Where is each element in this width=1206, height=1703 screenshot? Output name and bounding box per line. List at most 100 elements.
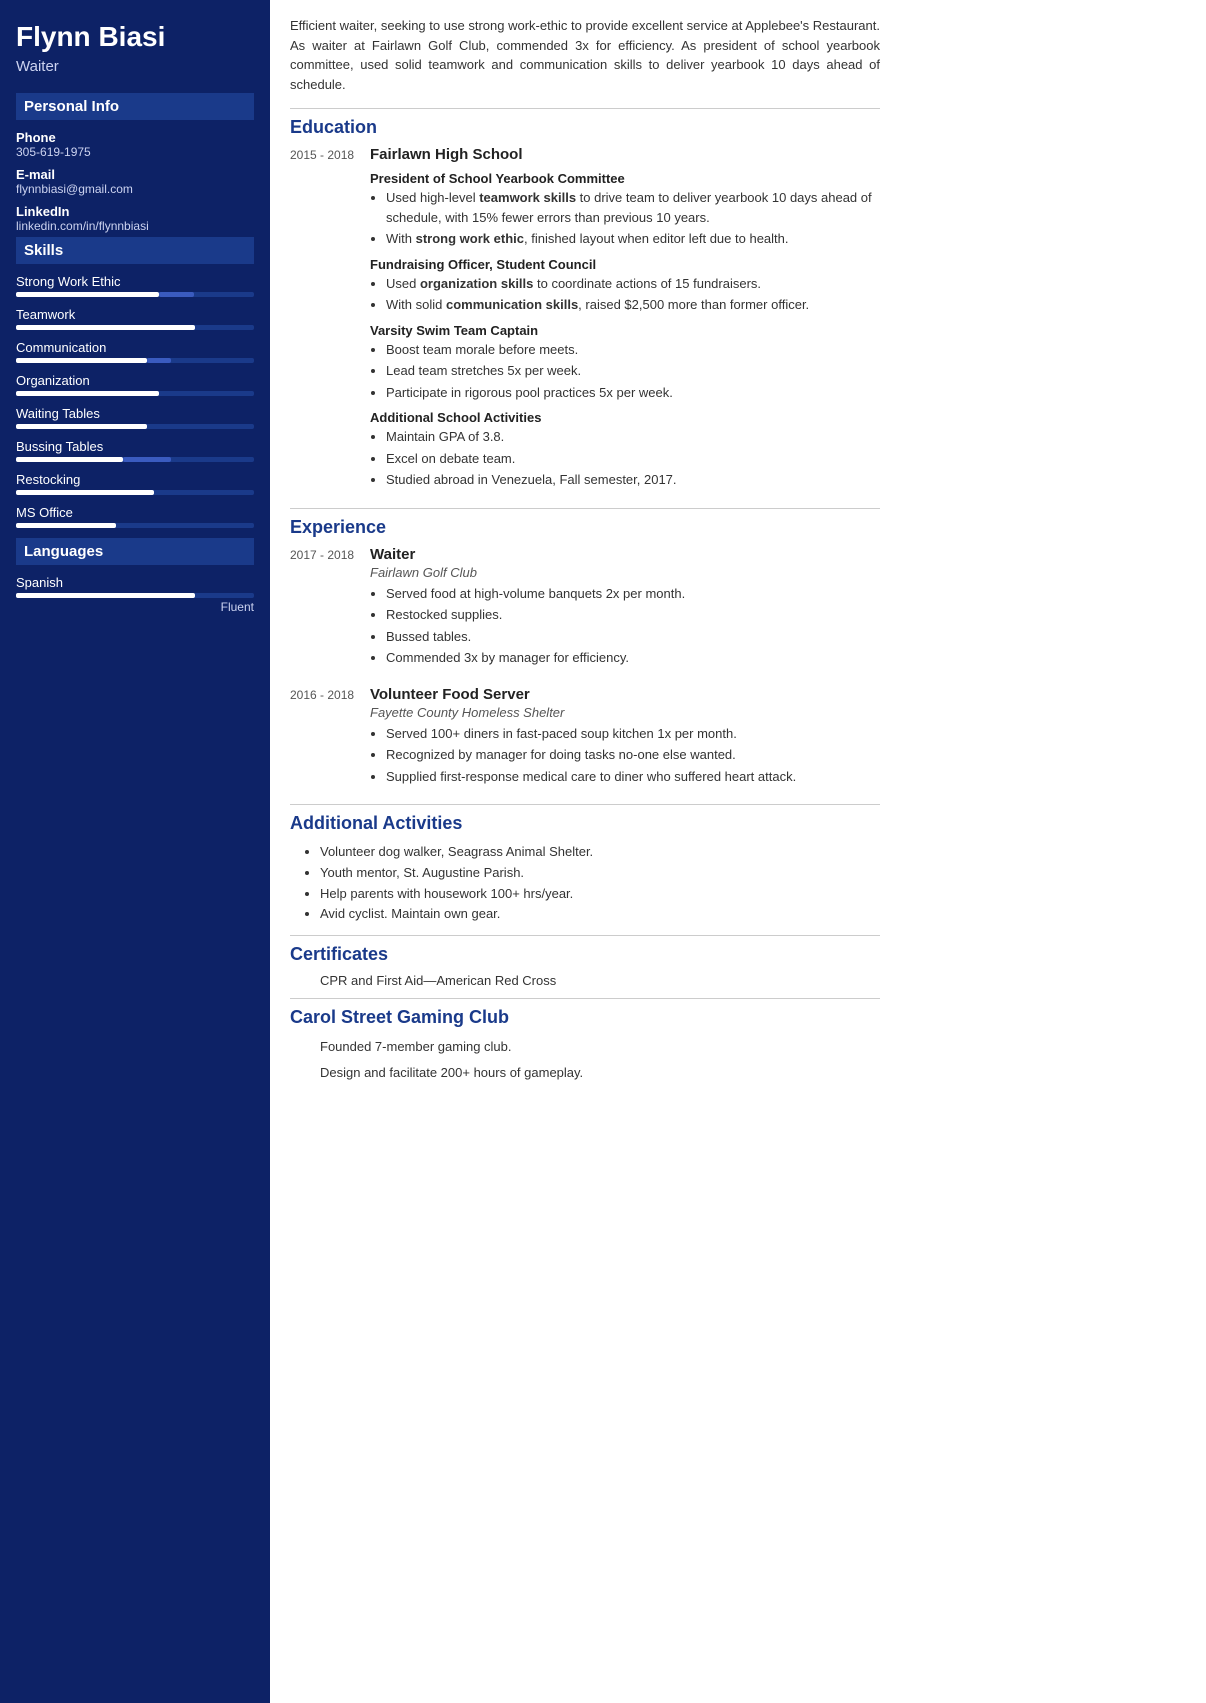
bullet-item: Boost team morale before meets. [386,340,880,360]
entry-role: Fundraising Officer, Student Council [370,257,880,272]
bullet-item: With strong work ethic, finished layout … [386,229,880,249]
skill-bar-fill2 [159,292,195,297]
skill-bar-fill [16,358,147,363]
skill-bar-bg [16,391,254,396]
skill-bar-bg [16,292,254,297]
entry-date: 2017 - 2018 [290,546,370,674]
bullet-item: Served 100+ diners in fast-paced soup ki… [386,724,880,744]
bullet-item: Used high-level teamwork skills to drive… [386,188,880,227]
skill-bar-fill [16,391,159,396]
languages-header: Languages [16,538,254,565]
bullet-item: With solid communication skills, raised … [386,295,880,315]
skill-bar-fill [16,292,159,297]
skill-item: Teamwork [16,307,254,330]
bullet-item: Used organization skills to coordinate a… [386,274,880,294]
bullet-item: Maintain GPA of 3.8. [386,427,880,447]
phone-label: Phone [16,130,254,145]
entry-bullets: Served 100+ diners in fast-paced soup ki… [370,724,880,787]
skill-bar-row [16,391,254,396]
bullet-item: Participate in rigorous pool practices 5… [386,383,880,403]
bullet-item: Bussed tables. [386,627,880,647]
skill-item: MS Office [16,505,254,528]
skill-item: Restocking [16,472,254,495]
entry-role: President of School Yearbook Committee [370,171,880,186]
entry-date: 2016 - 2018 [290,686,370,793]
phone-section: Phone 305-619-1975 [16,130,254,159]
entry-suborg: Fairlawn Golf Club [370,565,880,580]
entry-body: Fairlawn High SchoolPresident of School … [370,146,880,496]
email-value: flynnbiasi@gmail.com [16,182,254,196]
gaming-title: Carol Street Gaming Club [290,1007,880,1028]
entry-body: Waiter Fairlawn Golf Club Served food at h… [370,546,880,674]
gaming-item: Founded 7-member gaming club. [290,1036,880,1058]
main-content: Efficient waiter, seeking to use strong … [270,0,900,1703]
skill-name: Restocking [16,472,254,487]
education-list: 2015 - 2018Fairlawn High SchoolPresident… [290,146,880,496]
skill-name: Communication [16,340,254,355]
entry-bullets: Boost team morale before meets.Lead team… [370,340,880,403]
additional-item: Avid cyclist. Maintain own gear. [320,904,880,925]
skill-bar-row [16,424,254,429]
skill-bar-fill [16,523,116,528]
language-bar-bg [16,593,254,598]
additional-item: Volunteer dog walker, Seagrass Animal Sh… [320,842,880,863]
skill-item: Bussing Tables [16,439,254,462]
education-title: Education [290,117,880,138]
skill-bar-fill [16,490,154,495]
certificates-text: CPR and First Aid—American Red Cross [290,973,880,988]
personal-info-header: Personal Info [16,93,254,120]
bullet-item: Recognized by manager for doing tasks no… [386,745,880,765]
sidebar: Flynn Biasi Waiter Personal Info Phone 3… [0,0,270,1703]
additional-title: Additional Activities [290,813,880,834]
skill-name: Waiting Tables [16,406,254,421]
skill-name: Teamwork [16,307,254,322]
experience-divider [290,508,880,509]
skill-bar-row [16,523,254,528]
entry-bullets: Maintain GPA of 3.8.Excel on debate team… [370,427,880,490]
skill-bar-row [16,358,254,363]
linkedin-value: linkedin.com/in/flynnbiasi [16,219,254,233]
experience-entry: 2016 - 2018Volunteer Food ServerFayette … [290,686,880,793]
gaming-content: Founded 7-member gaming club.Design and … [290,1036,880,1084]
skill-bar-bg [16,358,254,363]
experience-list: 2017 - 2018Waiter Fairlawn Golf Club Serve… [290,546,880,793]
entry-body: Volunteer Food ServerFayette County Home… [370,686,880,793]
education-divider [290,108,880,109]
skill-bar-fill2 [123,457,171,462]
bullet-item: Served food at high-volume banquets 2x p… [386,584,880,604]
gaming-divider [290,998,880,999]
certificates-divider [290,935,880,936]
skill-name: Bussing Tables [16,439,254,454]
language-bar-row [16,593,254,598]
skill-name: MS Office [16,505,254,520]
linkedin-label: LinkedIn [16,204,254,219]
education-entry: 2015 - 2018Fairlawn High SchoolPresident… [290,146,880,496]
skill-bar-bg [16,325,254,330]
skill-bar-bg [16,424,254,429]
entry-bullets: Used organization skills to coordinate a… [370,274,880,315]
skill-name: Organization [16,373,254,388]
entry-bullets: Served food at high-volume banquets 2x p… [370,584,880,668]
phone-value: 305-619-1975 [16,145,254,159]
skill-item: Communication [16,340,254,363]
entry-org: Volunteer Food Server [370,686,880,703]
entry-date: 2015 - 2018 [290,146,370,496]
experience-entry: 2017 - 2018Waiter Fairlawn Golf Club Serve… [290,546,880,674]
additional-divider [290,804,880,805]
additional-item: Help parents with housework 100+ hrs/yea… [320,884,880,905]
summary-text: Efficient waiter, seeking to use strong … [290,16,880,94]
experience-title: Experience [290,517,880,538]
entry-org: Waiter [370,546,880,563]
skill-name: Strong Work Ethic [16,274,254,289]
language-item: Spanish Fluent [16,575,254,614]
language-level: Fluent [16,600,254,614]
languages-list: Spanish Fluent [16,575,254,614]
linkedin-section: LinkedIn linkedin.com/in/flynnbiasi [16,204,254,233]
skill-bar-fill [16,457,123,462]
bullet-item: Lead team stretches 5x per week. [386,361,880,381]
language-name: Spanish [16,575,254,590]
entry-role: Varsity Swim Team Captain [370,323,880,338]
bullet-item: Commended 3x by manager for efficiency. [386,648,880,668]
skill-item: Strong Work Ethic [16,274,254,297]
email-label: E-mail [16,167,254,182]
